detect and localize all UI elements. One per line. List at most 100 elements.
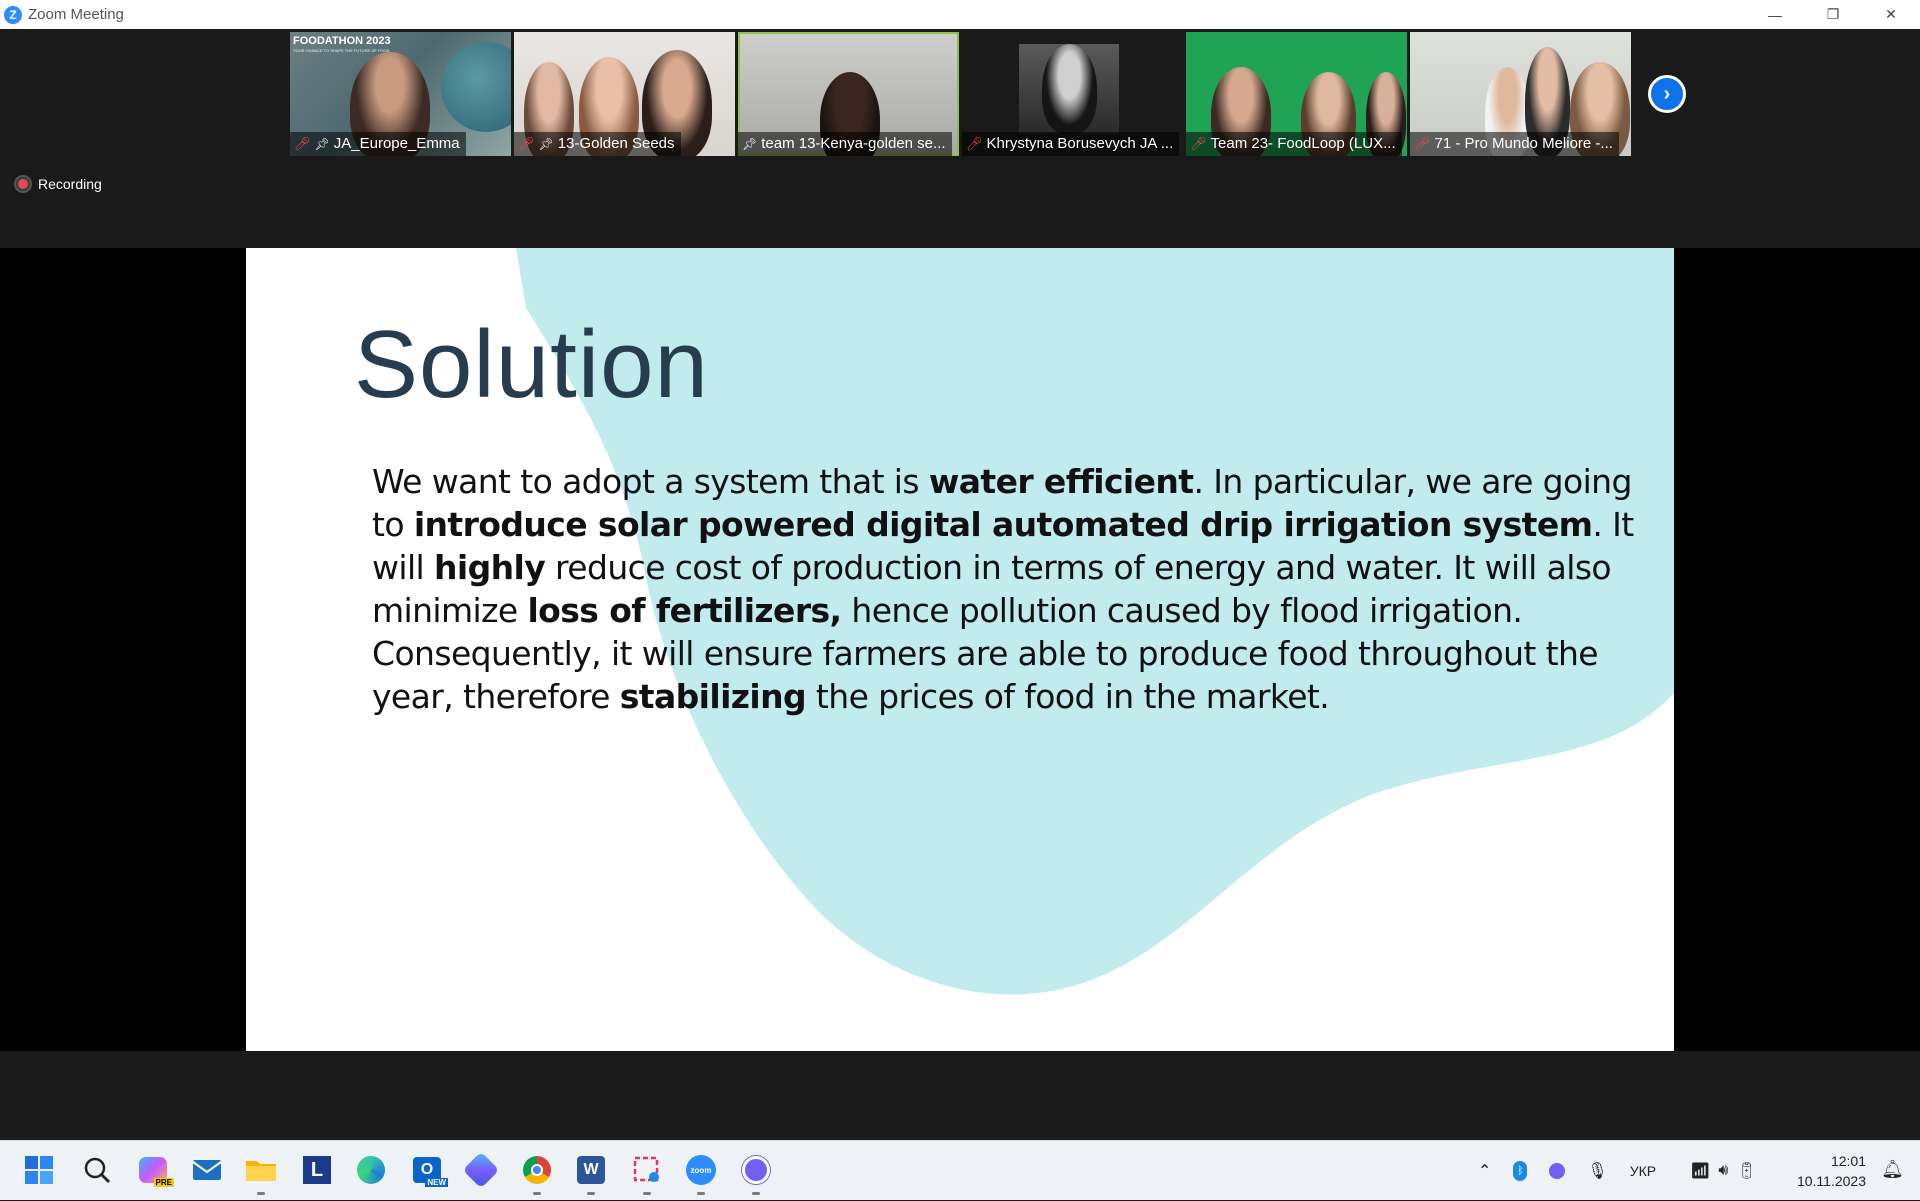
pre-badge: PRE	[153, 1178, 174, 1187]
chrome-icon	[523, 1156, 551, 1184]
edge-icon	[357, 1156, 385, 1184]
notifications-bell-icon[interactable]: 🔔︎	[1881, 1159, 1904, 1180]
zoom-icon: zoom	[686, 1155, 716, 1185]
presentation-slide: Solution We want to adopt a system that …	[246, 248, 1674, 1051]
window-titlebar: Z Zoom Meeting — ❐ ✕	[0, 0, 1920, 29]
participant-name: JA_Europe_Emma	[333, 135, 460, 152]
battery-icon[interactable]: 🔋︎	[1737, 1161, 1757, 1181]
window-title: Zoom Meeting	[28, 6, 124, 23]
participant-name-label: 🎤︎ 📌︎ JA_Europe_Emma	[290, 132, 466, 156]
edge-button[interactable]	[352, 1151, 390, 1189]
recording-label: Recording	[38, 176, 102, 192]
running-indicator	[752, 1192, 760, 1195]
participant-name-label: 🎤︎ Team 23- FoodLoop (LUX...	[1186, 132, 1402, 156]
lingvo-l-icon: L	[303, 1156, 331, 1184]
search-icon	[84, 1157, 110, 1183]
chevron-up-icon[interactable]: ⌃	[1478, 1161, 1491, 1181]
language-indicator[interactable]: УКР	[1630, 1163, 1656, 1179]
copilot-app-icon	[462, 1151, 500, 1189]
clock[interactable]: 12:01 10.11.2023	[1797, 1151, 1866, 1191]
new-badge: NEW	[425, 1178, 448, 1187]
snipping-tool-icon	[633, 1156, 659, 1182]
word-icon: W	[577, 1156, 605, 1184]
copilot-app-button[interactable]	[462, 1151, 500, 1189]
shared-screen: Solution We want to adopt a system that …	[0, 248, 1920, 1051]
mic-muted-icon: 🎤︎	[518, 136, 535, 151]
viber-icon	[742, 1156, 770, 1184]
slide-body-bold-run: stabilizing	[619, 677, 807, 716]
participant-name-label: 🎤︎ 📌︎ 13-Golden Seeds	[514, 132, 681, 156]
slide-body-run: the prices of food in the market.	[806, 677, 1330, 716]
start-button[interactable]	[20, 1151, 58, 1189]
mic-muted-icon: 🎤︎	[966, 136, 983, 151]
participant-name-label: 🎤︎ Khrystyna Borusevych JA ...	[962, 132, 1180, 156]
participant-video-person	[1042, 44, 1097, 134]
clock-time: 12:01	[1830, 1153, 1866, 1169]
clock-date: 10.11.2023	[1796, 1173, 1866, 1189]
restore-button[interactable]: ❐	[1804, 0, 1862, 29]
participant-tile[interactable]: 🎤︎ Team 23- FoodLoop (LUX...	[1186, 32, 1407, 156]
folder-icon	[246, 1161, 276, 1181]
file-explorer-button[interactable]	[242, 1151, 280, 1195]
viber-button[interactable]	[737, 1151, 775, 1195]
slide-body-bold-run: loss of fertilizers,	[527, 591, 842, 630]
participant-tile[interactable]: 🎤︎ Khrystyna Borusevych JA ...	[962, 32, 1183, 156]
participant-name-label: 📌︎ team 13-Kenya-golden se...	[738, 132, 952, 156]
pin-icon: 📌︎	[742, 137, 758, 151]
microphone-icon[interactable]: 🎙︎	[1587, 1161, 1607, 1181]
slide-title: Solution	[354, 311, 709, 418]
lingvo-button[interactable]: L	[298, 1151, 336, 1189]
participant-tile-active-speaker[interactable]: 📌︎ team 13-Kenya-golden se...	[738, 32, 959, 156]
slide-body-run: We want to adopt a system that is	[372, 462, 929, 501]
system-tray: ⌃ ᛒ 🎙︎ УКР 📶︎ 🔊︎ 🔋︎	[1478, 1141, 1757, 1201]
chrome-button[interactable]	[518, 1151, 556, 1195]
participant-name-label: 🎤︎ 71 - Pro Mundo Meliore -...	[1410, 132, 1619, 156]
running-indicator	[643, 1192, 651, 1195]
participant-name: Khrystyna Borusevych JA ...	[986, 135, 1174, 152]
next-participants-button[interactable]: ›	[1648, 75, 1686, 113]
copilot-preview-button[interactable]: PRE	[134, 1151, 174, 1189]
slide-body-bold-run: water efficient	[928, 462, 1194, 501]
participant-name: team 13-Kenya-golden se...	[761, 135, 946, 152]
participant-tile[interactable]: 🎤︎ 71 - Pro Mundo Meliore -...	[1410, 32, 1631, 156]
participant-tile[interactable]: 🎤︎ 📌︎ 13-Golden Seeds	[514, 32, 735, 156]
participant-strip: FOODATHON 2023 YOUR CHANCE TO SHAPE THE …	[290, 32, 1634, 156]
running-indicator	[257, 1192, 265, 1195]
outlook-new-button[interactable]: O NEW	[408, 1151, 448, 1189]
zoom-button[interactable]: zoom	[682, 1151, 720, 1195]
bluetooth-icon[interactable]: ᛒ	[1513, 1161, 1528, 1181]
mic-muted-icon: 🎤︎	[1190, 136, 1207, 151]
running-indicator	[697, 1192, 705, 1195]
snipping-tool-button[interactable]	[628, 1151, 666, 1195]
participant-name: Team 23- FoodLoop (LUX...	[1210, 135, 1396, 152]
meeting-area: FOODATHON 2023 YOUR CHANCE TO SHAPE THE …	[0, 29, 1920, 1140]
participant-tile[interactable]: FOODATHON 2023 YOUR CHANCE TO SHAPE THE …	[290, 32, 511, 156]
pin-icon: 📌︎	[538, 137, 554, 151]
globe-shape	[441, 42, 511, 132]
window-controls: — ❐ ✕	[1746, 0, 1920, 29]
search-button[interactable]	[78, 1151, 116, 1189]
wifi-icon[interactable]: 📶︎	[1690, 1161, 1710, 1181]
slide-body-text: We want to adopt a system that is water …	[372, 460, 1652, 718]
slide-body-bold-run: introduce solar powered digital automate…	[413, 505, 1593, 544]
running-indicator	[533, 1192, 541, 1195]
viber-tray-icon[interactable]	[1549, 1163, 1566, 1179]
chevron-right-icon: ›	[1663, 82, 1671, 105]
recording-indicator[interactable]: Recording	[16, 176, 102, 192]
participant-name: 13-Golden Seeds	[557, 135, 675, 152]
windows-taskbar: PRE L O NEW W zoom ⌃ ᛒ 🎙︎ УКР 📶︎ 🔊︎ 🔋︎ 1…	[0, 1140, 1920, 1200]
word-button[interactable]: W	[572, 1151, 610, 1195]
minimize-button[interactable]: —	[1746, 0, 1804, 29]
running-indicator	[587, 1192, 595, 1195]
volume-icon[interactable]: 🔊︎	[1718, 1162, 1728, 1180]
zoom-logo-icon: Z	[4, 5, 22, 24]
mail-icon	[192, 1160, 222, 1180]
slide-body-bold-run: highly	[434, 548, 546, 587]
windows-start-icon	[25, 1156, 53, 1184]
pin-icon: 📌︎	[314, 137, 330, 151]
close-button[interactable]: ✕	[1862, 0, 1920, 29]
mail-button[interactable]	[188, 1151, 226, 1189]
foodathon-banner: FOODATHON 2023	[293, 35, 391, 47]
mic-muted-icon: 🎤︎	[294, 136, 311, 151]
foodathon-banner-subtitle: YOUR CHANCE TO SHAPE THE FUTURE OF FOOD	[293, 48, 390, 53]
